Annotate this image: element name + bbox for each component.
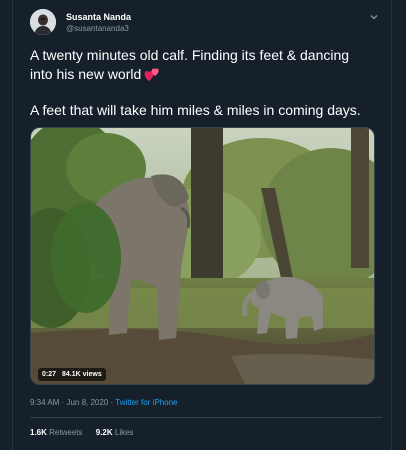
tweet-timestamp[interactable]: 9:34 AM · Jun 8, 2020 [30, 398, 108, 407]
profile-photo-icon [30, 9, 56, 35]
two-hearts-emoji-icon [144, 68, 159, 81]
tweet-meta: 9:34 AM · Jun 8, 2020 · Twitter for iPho… [30, 398, 178, 407]
video-thumbnail [31, 128, 374, 384]
video-views: 84.1K views [62, 371, 102, 378]
retweets-count: 1.6K [30, 428, 47, 437]
avatar[interactable] [30, 9, 56, 35]
video-duration: 0:27 [42, 371, 57, 378]
video-stats-badge: 0:27 84.1K views [38, 368, 106, 381]
author-handle[interactable]: @susantananda3 [66, 24, 129, 33]
tweet-paragraph-2: A feet that will take him miles & miles … [30, 102, 361, 118]
tweet-line-1: A twenty minutes old calf. Finding its f… [30, 47, 350, 82]
tweet-source-link[interactable]: Twitter for iPhone [115, 398, 177, 407]
retweets-stat[interactable]: 1.6K Retweets [30, 428, 83, 437]
video-player[interactable]: 0:27 84.1K views [30, 127, 375, 385]
likes-count: 9.2K [95, 428, 113, 437]
tweet-stats: 1.6K Retweets 9.2K Likes [30, 428, 145, 437]
likes-label: Likes [114, 428, 134, 437]
chevron-down-icon[interactable] [368, 11, 380, 23]
likes-stat[interactable]: 9.2K Likes [96, 428, 134, 437]
author-display-name[interactable]: Susanta Nanda [66, 12, 131, 22]
tweet-header: Susanta Nanda @susantananda3 [30, 9, 382, 41]
tweet-paragraph-1: A twenty minutes old calf. Finding its f… [30, 46, 375, 84]
tweet-body: A twenty minutes old calf. Finding its f… [30, 46, 375, 137]
divider [30, 417, 382, 418]
retweets-label: Retweets [49, 428, 83, 437]
